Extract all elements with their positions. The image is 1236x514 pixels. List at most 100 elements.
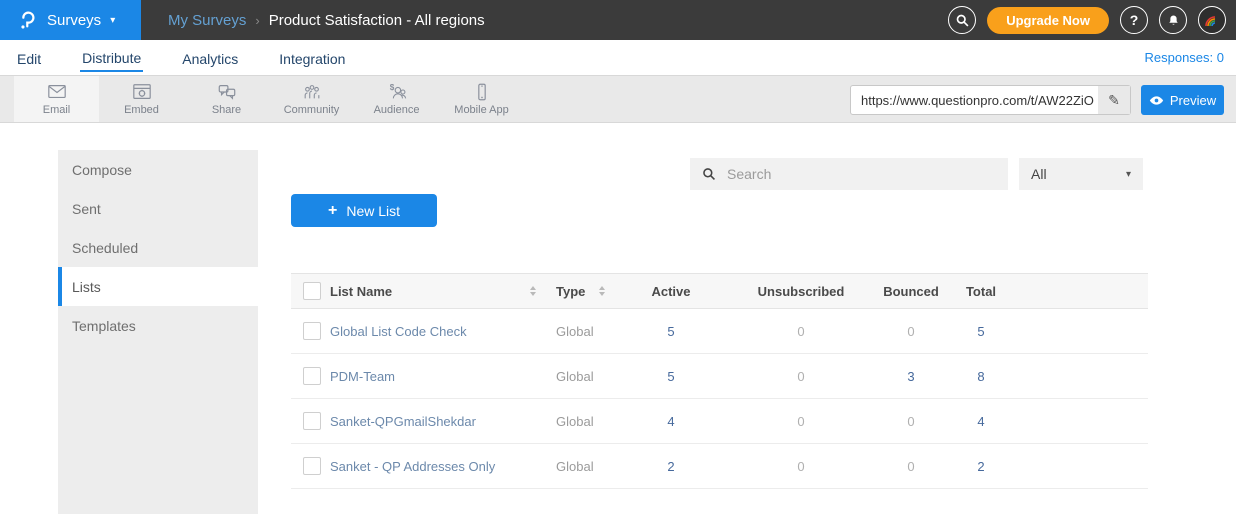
table-row: PDM-Team Global 5 0 3 8 xyxy=(291,354,1148,399)
channel-mobile-app[interactable]: Mobile App xyxy=(439,76,524,122)
avatar[interactable] xyxy=(1198,6,1226,34)
preview-button-label: Preview xyxy=(1170,93,1216,108)
row-checkbox[interactable] xyxy=(303,367,321,385)
list-name-link[interactable]: Sanket - QP Addresses Only xyxy=(330,459,495,474)
tab-distribute[interactable]: Distribute xyxy=(80,44,143,72)
list-type: Global xyxy=(556,324,594,339)
list-type: Global xyxy=(556,414,594,429)
embed-icon xyxy=(131,82,153,102)
header-list-name[interactable]: List Name xyxy=(330,284,540,299)
tab-edit[interactable]: Edit xyxy=(15,45,43,71)
surveys-menu[interactable]: Surveys ▾ xyxy=(0,0,141,40)
channel-embed[interactable]: Embed xyxy=(99,76,184,122)
search-input[interactable] xyxy=(725,165,1008,183)
sidebar-item-templates[interactable]: Templates xyxy=(58,306,258,345)
total-count[interactable]: 2 xyxy=(941,459,1021,474)
sidebar-item-compose[interactable]: Compose xyxy=(58,150,258,189)
row-checkbox[interactable] xyxy=(303,457,321,475)
list-type: Global xyxy=(556,459,594,474)
list-filter-dropdown[interactable]: All ▾ xyxy=(1019,158,1143,190)
total-count[interactable]: 8 xyxy=(941,369,1021,384)
top-bar: Surveys ▾ My Surveys › Product Satisfact… xyxy=(0,0,1236,40)
list-filter-value: All xyxy=(1031,166,1047,182)
upgrade-now-button[interactable]: Upgrade Now xyxy=(987,7,1109,34)
bounced-count: 0 xyxy=(881,459,941,474)
breadcrumb: My Surveys › Product Satisfaction - All … xyxy=(168,0,485,40)
svg-text:$: $ xyxy=(389,83,394,92)
channel-share-label: Share xyxy=(212,104,241,116)
total-count[interactable]: 4 xyxy=(941,414,1021,429)
unsubscribed-count: 0 xyxy=(721,459,881,474)
header-type[interactable]: Type xyxy=(540,284,621,299)
breadcrumb-current-survey: Product Satisfaction - All regions xyxy=(269,12,485,29)
help-icon[interactable]: ? xyxy=(1120,6,1148,34)
new-list-button-label: New List xyxy=(346,203,400,219)
edit-url-pencil-icon[interactable]: ✎ xyxy=(1098,86,1130,114)
survey-tabs: Edit Distribute Analytics Integration xyxy=(15,40,347,75)
lists-table: List Name Type Active Unsubscribed Bounc… xyxy=(291,273,1148,489)
bounced-count[interactable]: 3 xyxy=(881,369,941,384)
chevron-down-icon: ▾ xyxy=(1126,169,1131,180)
header-unsubscribed: Unsubscribed xyxy=(721,284,881,299)
search-icon[interactable] xyxy=(948,6,976,34)
questionpro-logo-icon xyxy=(16,9,38,31)
channel-embed-label: Embed xyxy=(124,104,159,116)
responses-count: Responses: 0 xyxy=(1145,40,1225,75)
header-total: Total xyxy=(941,284,1021,299)
distribute-channels: Email Embed Share xyxy=(14,76,524,122)
header-active: Active xyxy=(621,284,721,299)
select-all-checkbox[interactable] xyxy=(303,282,321,300)
channel-community[interactable]: Community xyxy=(269,76,354,122)
header-list-name-label: List Name xyxy=(330,284,392,299)
email-sidebar: Compose Sent Scheduled Lists Templates xyxy=(58,150,258,514)
eye-icon xyxy=(1149,95,1164,106)
unsubscribed-count: 0 xyxy=(721,369,881,384)
sidebar-item-sent[interactable]: Sent xyxy=(58,189,258,228)
table-row: Sanket - QP Addresses Only Global 2 0 0 … xyxy=(291,444,1148,489)
topbar-actions: Upgrade Now ? xyxy=(948,0,1226,40)
bell-icon[interactable] xyxy=(1159,6,1187,34)
tab-analytics[interactable]: Analytics xyxy=(180,45,240,71)
channel-share[interactable]: Share xyxy=(184,76,269,122)
active-count[interactable]: 4 xyxy=(621,414,721,429)
channel-community-label: Community xyxy=(284,104,340,116)
distribute-toolbar: Email Embed Share xyxy=(0,75,1236,123)
sort-icon[interactable] xyxy=(530,286,536,296)
survey-url-input[interactable] xyxy=(851,93,1098,108)
sidebar-item-lists[interactable]: Lists xyxy=(58,267,258,306)
list-name-link[interactable]: Sanket-QPGmailShekdar xyxy=(330,414,476,429)
list-name-link[interactable]: Global List Code Check xyxy=(330,324,467,339)
channel-email[interactable]: Email xyxy=(14,76,99,122)
list-name-link[interactable]: PDM-Team xyxy=(330,369,395,384)
sort-icon[interactable] xyxy=(599,286,605,296)
channel-audience[interactable]: $ Audience xyxy=(354,76,439,122)
community-icon xyxy=(301,82,323,102)
row-checkbox[interactable] xyxy=(303,412,321,430)
search-box xyxy=(690,158,1008,190)
list-type: Global xyxy=(556,369,594,384)
share-icon xyxy=(216,82,238,102)
header-checkbox-cell xyxy=(291,282,330,300)
surveys-menu-label: Surveys xyxy=(47,12,101,29)
active-count[interactable]: 5 xyxy=(621,324,721,339)
total-count[interactable]: 5 xyxy=(941,324,1021,339)
header-type-label: Type xyxy=(556,284,585,299)
chevron-down-icon: ▾ xyxy=(110,15,115,26)
active-count[interactable]: 5 xyxy=(621,369,721,384)
lists-panel: All ▾ + New List List Name Type Ac xyxy=(258,150,1236,514)
preview-button[interactable]: Preview xyxy=(1141,85,1224,115)
channel-mobile-app-label: Mobile App xyxy=(454,104,508,116)
row-checkbox[interactable] xyxy=(303,322,321,340)
table-header-row: List Name Type Active Unsubscribed Bounc… xyxy=(291,273,1148,309)
tab-integration[interactable]: Integration xyxy=(277,45,347,71)
mobile-app-icon xyxy=(471,82,493,102)
sidebar-item-scheduled[interactable]: Scheduled xyxy=(58,228,258,267)
email-icon xyxy=(46,82,68,102)
breadcrumb-my-surveys[interactable]: My Surveys xyxy=(168,12,246,29)
breadcrumb-separator: › xyxy=(255,13,259,28)
survey-url-field: ✎ xyxy=(850,85,1131,115)
channel-email-label: Email xyxy=(43,104,71,116)
active-count[interactable]: 2 xyxy=(621,459,721,474)
search-icon xyxy=(702,167,716,181)
new-list-button[interactable]: + New List xyxy=(291,194,437,227)
